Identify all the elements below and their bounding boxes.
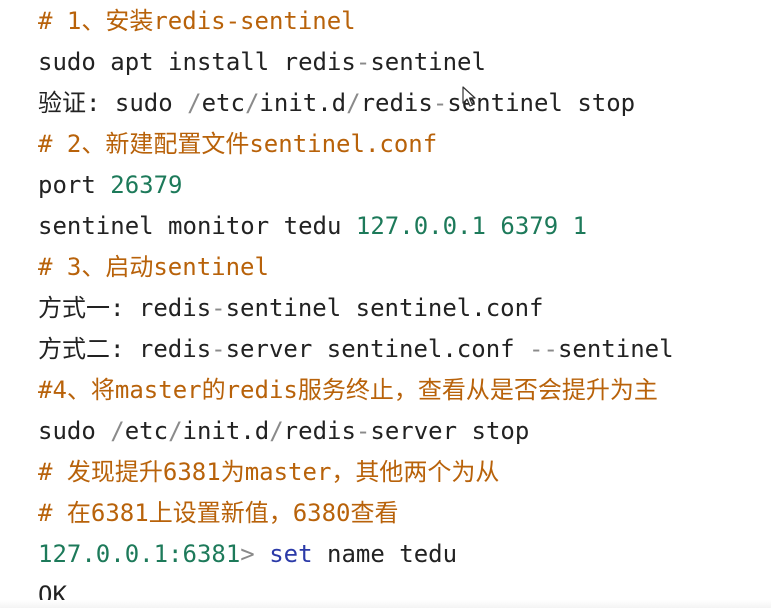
code-token-operator: - — [355, 417, 371, 445]
code-line: 验证: sudo /etc/init.d/redis-sentinel stop — [38, 83, 635, 124]
code-token-text: server sentinel.conf — [225, 335, 530, 363]
code-token-text: etc — [124, 417, 169, 445]
code-token-operator: / — [244, 89, 260, 117]
code-token-operator: - — [211, 294, 226, 322]
code-line: # 在6381上设置新值，6380查看 — [38, 493, 399, 534]
code-token-number: 127.0.0.1:6381 — [38, 540, 241, 568]
code-line: 方式一: redis-sentinel sentinel.conf — [38, 288, 544, 329]
code-token-operator: - — [432, 89, 448, 117]
code-line: sudo /etc/init.d/redis-server stop — [38, 411, 529, 452]
code-token-comment: # 2、新建配置文件sentinel.conf — [38, 130, 438, 158]
code-token-text: redis — [360, 89, 433, 117]
code-token-operator: / — [187, 89, 202, 117]
mouse-pointer-icon — [462, 86, 476, 107]
code-token-text: 方式二: redis — [38, 335, 212, 363]
code-token-text: 验证: sudo — [38, 89, 188, 117]
code-line: 方式二: redis-server sentinel.conf --sentin… — [38, 329, 674, 370]
code-token-operator: > — [240, 540, 270, 568]
code-line: 127.0.0.1:6381> set name tedu — [38, 534, 457, 575]
code-viewer: # 1、安装redis-sentinel sudo apt install re… — [0, 0, 771, 608]
code-line: port 26379 — [38, 165, 183, 206]
code-token-comment: # 在6381上设置新值，6380查看 — [38, 499, 399, 527]
code-token-operator: - — [211, 335, 226, 363]
bottom-fade — [0, 600, 771, 608]
code-token-text: port — [38, 171, 111, 199]
code-token-comment: # 1、安装redis-sentinel — [38, 7, 356, 35]
code-token-text: sentinel — [557, 335, 674, 363]
code-token-text: server stop — [370, 417, 530, 445]
code-block: # 1、安装redis-sentinel sudo apt install re… — [0, 0, 771, 608]
code-token-operator: - — [355, 48, 371, 76]
code-token-text: name tedu — [312, 540, 458, 568]
code-token-text: sentinel monitor tedu — [38, 212, 356, 240]
code-token-text: redis — [283, 417, 356, 445]
code-token-number: 127.0.0.1 6379 1 — [355, 212, 588, 240]
code-token-comment: # 发现提升6381为master，其他两个为从 — [38, 458, 500, 486]
code-line: # 发现提升6381为master，其他两个为从 — [38, 452, 499, 493]
code-token-keyword: set — [269, 540, 313, 568]
code-token-text: sentinel sentinel.conf — [225, 294, 544, 322]
code-token-operator: / — [346, 89, 361, 117]
code-token-operator: -- — [529, 335, 558, 363]
code-token-operator: / — [269, 417, 284, 445]
code-token-operator: / — [168, 417, 183, 445]
code-token-text: init.d — [182, 417, 270, 445]
code-token-text: 方式一: redis — [38, 294, 212, 322]
code-token-text: sudo apt install redis — [38, 48, 356, 76]
code-token-text: sentinel — [370, 48, 486, 76]
code-token-number: 26379 — [110, 171, 183, 199]
code-line: # 3、启动sentinel — [38, 247, 269, 288]
code-token-text: init.d — [259, 89, 347, 117]
code-token-operator: / — [110, 417, 125, 445]
code-token-text: sudo — [38, 417, 111, 445]
code-line: # 2、新建配置文件sentinel.conf — [38, 124, 437, 165]
code-line: #4、将master的redis服务终止，查看从是否会提升为主 — [38, 370, 658, 411]
code-token-text: etc — [201, 89, 245, 117]
code-line: sentinel monitor tedu 127.0.0.1 6379 1 — [38, 206, 587, 247]
code-line: # 1、安装redis-sentinel — [38, 1, 356, 42]
code-token-comment: #4、将master的redis服务终止，查看从是否会提升为主 — [38, 376, 658, 404]
code-token-comment: # 3、启动sentinel — [38, 253, 269, 281]
code-line: sudo apt install redis-sentinel — [38, 42, 486, 83]
